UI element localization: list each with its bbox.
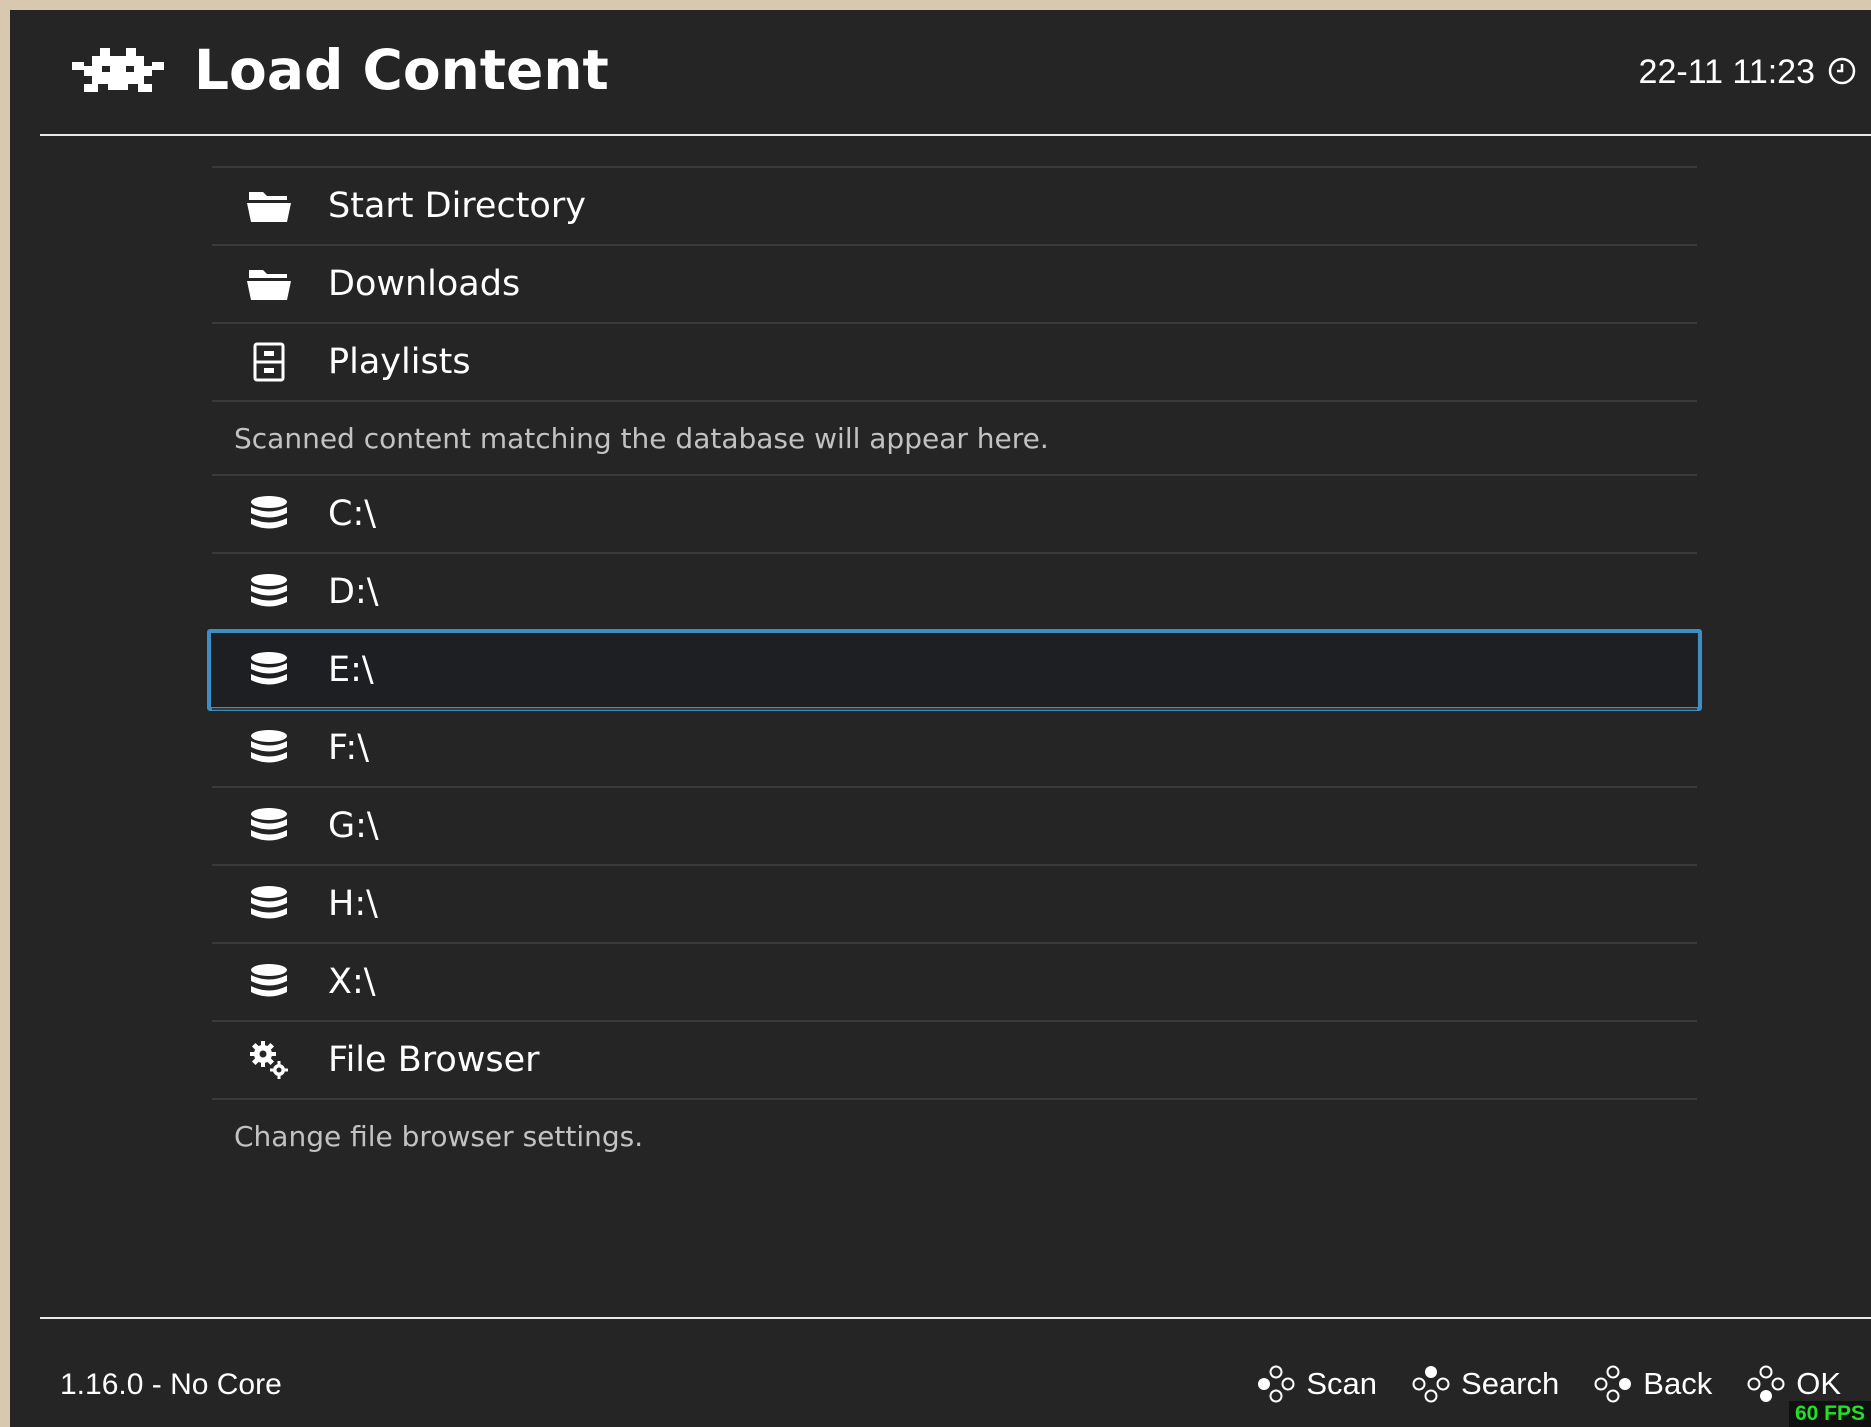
retroarch-invader-icon xyxy=(72,48,164,92)
gamepad-left-button-icon xyxy=(1258,1365,1295,1403)
drive-icon xyxy=(244,567,294,617)
version-text: 1.16.0 - No Core xyxy=(60,1368,282,1401)
hint-label: Search xyxy=(1461,1366,1560,1401)
hint-label: OK xyxy=(1796,1366,1841,1401)
gamepad-top-button-icon xyxy=(1412,1366,1450,1403)
menu-item-label: Start Directory xyxy=(328,186,586,226)
menu-item-label: X:\ xyxy=(328,962,376,1002)
drive-icon xyxy=(244,723,294,773)
fps-counter: 60 FPS xyxy=(1788,1401,1871,1427)
menu-item-label: D:\ xyxy=(328,572,379,612)
clock-text: 22-11 11:23 xyxy=(1638,53,1815,91)
gears-icon xyxy=(244,1035,294,1085)
button-hints: Scan Search Back OK xyxy=(1222,1364,1841,1404)
menu-item-sublabel: Change file browser settings. xyxy=(212,1098,1697,1172)
drive-icon xyxy=(244,645,294,695)
menu-item-label: File Browser xyxy=(328,1040,540,1080)
menu-item-playlists[interactable]: Playlists xyxy=(212,322,1697,400)
hint-label: Back xyxy=(1643,1366,1713,1401)
clock-icon xyxy=(1828,57,1856,85)
menu-item-label: C:\ xyxy=(328,494,377,534)
header-divider xyxy=(40,134,1871,136)
menu-item-label: F:\ xyxy=(328,728,369,768)
drive-icon xyxy=(244,957,294,1007)
menu-item-drive-h[interactable]: H:\ xyxy=(212,864,1697,942)
menu-item-downloads[interactable]: Downloads xyxy=(212,244,1697,322)
menu-item-drive-f[interactable]: F:\ xyxy=(212,708,1697,786)
menu-item-label: G:\ xyxy=(328,806,379,846)
gamepad-bottom-button-icon xyxy=(1747,1365,1785,1402)
hint-search[interactable]: Search xyxy=(1411,1364,1559,1404)
menu-item-drive-g[interactable]: G:\ xyxy=(212,786,1697,864)
menu-item-label: H:\ xyxy=(328,884,378,924)
menu-item-drive-x[interactable]: X:\ xyxy=(212,942,1697,1020)
footer: 1.16.0 - No Core Scan Search Back OK 60 … xyxy=(10,1320,1871,1427)
hint-label: Scan xyxy=(1306,1366,1378,1401)
folder-open-icon xyxy=(244,259,294,309)
menu-item-drive-e[interactable]: E:\ xyxy=(207,629,1702,711)
content-list: Start Directory Downloads Playlists Scan… xyxy=(207,166,1702,1172)
hint-ok[interactable]: OK xyxy=(1746,1364,1841,1404)
menu-item-sublabel: Scanned content matching the database wi… xyxy=(212,400,1697,474)
menu-item-label: Playlists xyxy=(328,342,471,382)
hint-scan[interactable]: Scan xyxy=(1256,1364,1377,1404)
drive-icon xyxy=(244,801,294,851)
footer-divider xyxy=(40,1317,1871,1319)
menu-item-drive-d[interactable]: D:\ xyxy=(212,552,1697,630)
app-window: Load Content 22-11 11:23 Start Directory… xyxy=(10,10,1871,1427)
hint-back[interactable]: Back xyxy=(1593,1364,1712,1404)
drawer-icon xyxy=(244,337,294,387)
header: Load Content 22-11 11:23 xyxy=(10,10,1871,134)
menu-item-file-browser[interactable]: File Browser xyxy=(212,1020,1697,1098)
menu-item-drive-c[interactable]: C:\ xyxy=(212,474,1697,552)
menu-item-label: E:\ xyxy=(328,650,374,690)
menu-item-label: Downloads xyxy=(328,264,521,304)
gamepad-right-button-icon xyxy=(1594,1365,1632,1403)
page-title: Load Content xyxy=(194,38,609,102)
drive-icon xyxy=(244,879,294,929)
folder-open-icon xyxy=(244,181,294,231)
drive-icon xyxy=(244,489,294,539)
menu-item-start-directory[interactable]: Start Directory xyxy=(212,166,1697,244)
